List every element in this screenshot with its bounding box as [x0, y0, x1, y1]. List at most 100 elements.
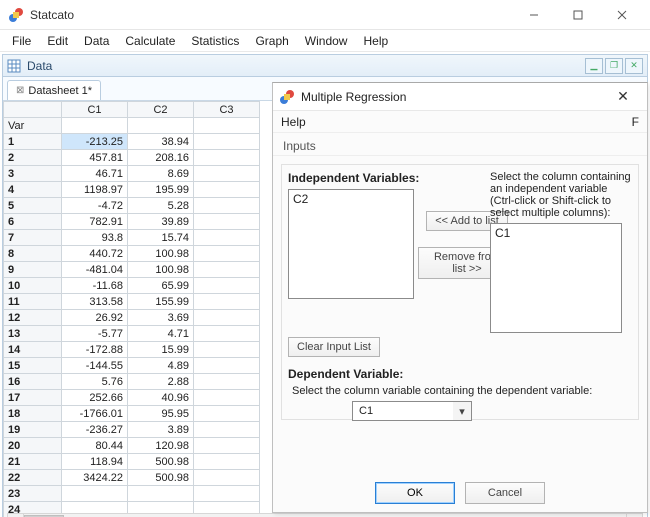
cancel-button[interactable]: Cancel [465, 482, 545, 504]
row-header[interactable]: 4 [4, 182, 62, 198]
row-header[interactable]: 5 [4, 198, 62, 214]
cell[interactable] [128, 486, 194, 502]
cell[interactable] [194, 326, 260, 342]
cell[interactable]: 5.76 [62, 374, 128, 390]
row-header[interactable]: 1 [4, 134, 62, 150]
cell[interactable] [194, 134, 260, 150]
menu-calculate[interactable]: Calculate [119, 32, 181, 50]
subwin-min-button[interactable]: ▁ [585, 58, 603, 74]
cell[interactable] [194, 406, 260, 422]
row-header[interactable]: 20 [4, 438, 62, 454]
row-header[interactable]: 9 [4, 262, 62, 278]
cell[interactable]: 782.91 [62, 214, 128, 230]
cell[interactable] [194, 230, 260, 246]
dialog-close-button[interactable]: ✕ [605, 88, 641, 105]
menu-file[interactable]: File [6, 32, 37, 50]
maximize-button[interactable] [556, 1, 600, 29]
column-header[interactable]: C3 [194, 102, 260, 118]
cell[interactable] [194, 342, 260, 358]
cell[interactable]: 440.72 [62, 246, 128, 262]
cell[interactable]: -481.04 [62, 262, 128, 278]
menu-data[interactable]: Data [78, 32, 115, 50]
row-header[interactable]: 2 [4, 150, 62, 166]
menu-help[interactable]: Help [357, 32, 394, 50]
cell[interactable] [194, 214, 260, 230]
var-cell[interactable] [128, 118, 194, 134]
cell[interactable] [194, 390, 260, 406]
cell[interactable]: 4.89 [128, 358, 194, 374]
cell[interactable]: 118.94 [62, 454, 128, 470]
row-header[interactable]: 18 [4, 406, 62, 422]
row-header[interactable]: 21 [4, 454, 62, 470]
cell[interactable] [194, 310, 260, 326]
subwin-close-button[interactable]: ✕ [625, 58, 643, 74]
row-header[interactable]: 7 [4, 230, 62, 246]
cell[interactable] [194, 166, 260, 182]
dialog-menu-right[interactable]: F [632, 115, 639, 129]
cell[interactable]: 3.69 [128, 310, 194, 326]
cell[interactable]: -213.25 [62, 134, 128, 150]
row-header[interactable]: 11 [4, 294, 62, 310]
tab-close-icon[interactable]: ⊠ [16, 85, 24, 96]
cell[interactable]: 5.28 [128, 198, 194, 214]
row-header[interactable]: 23 [4, 486, 62, 502]
row-header[interactable]: 17 [4, 390, 62, 406]
menu-statistics[interactable]: Statistics [185, 32, 245, 50]
row-header[interactable]: 10 [4, 278, 62, 294]
close-button[interactable] [600, 1, 644, 29]
cell[interactable] [194, 198, 260, 214]
cell[interactable] [194, 150, 260, 166]
row-header[interactable]: 12 [4, 310, 62, 326]
available-columns-listbox[interactable]: C1 [490, 223, 622, 333]
cell[interactable]: 208.16 [128, 150, 194, 166]
clear-input-list-button[interactable]: Clear Input List [288, 337, 380, 357]
row-header[interactable]: 19 [4, 422, 62, 438]
cell[interactable]: 3.89 [128, 422, 194, 438]
cell[interactable]: 15.74 [128, 230, 194, 246]
cell[interactable]: 95.95 [128, 406, 194, 422]
cell[interactable] [194, 182, 260, 198]
cell[interactable] [194, 278, 260, 294]
row-header[interactable]: 3 [4, 166, 62, 182]
cell[interactable]: 120.98 [128, 438, 194, 454]
cell[interactable]: -1766.01 [62, 406, 128, 422]
dialog-titlebar[interactable]: Multiple Regression ✕ [273, 83, 647, 111]
cell[interactable]: -11.68 [62, 278, 128, 294]
cell[interactable] [194, 486, 260, 502]
cell[interactable]: 2.88 [128, 374, 194, 390]
cell[interactable] [194, 358, 260, 374]
cell[interactable]: -4.72 [62, 198, 128, 214]
row-header[interactable]: 16 [4, 374, 62, 390]
row-header[interactable]: 14 [4, 342, 62, 358]
cell[interactable] [194, 438, 260, 454]
cell[interactable]: -236.27 [62, 422, 128, 438]
cell[interactable] [194, 422, 260, 438]
cell[interactable]: -5.77 [62, 326, 128, 342]
menu-window[interactable]: Window [299, 32, 354, 50]
cell[interactable]: 195.99 [128, 182, 194, 198]
cell[interactable]: 500.98 [128, 470, 194, 486]
cell[interactable]: 100.98 [128, 246, 194, 262]
var-cell[interactable] [194, 118, 260, 134]
subwin-restore-button[interactable]: ❐ [605, 58, 623, 74]
cell[interactable]: 155.99 [128, 294, 194, 310]
row-header[interactable]: 15 [4, 358, 62, 374]
cell[interactable]: 457.81 [62, 150, 128, 166]
cell[interactable] [194, 374, 260, 390]
cell[interactable]: 1198.97 [62, 182, 128, 198]
column-header[interactable]: C1 [62, 102, 128, 118]
cell[interactable]: -144.55 [62, 358, 128, 374]
cell[interactable]: 15.99 [128, 342, 194, 358]
cell[interactable]: 26.92 [62, 310, 128, 326]
row-header[interactable]: 8 [4, 246, 62, 262]
row-header[interactable]: 6 [4, 214, 62, 230]
cell[interactable]: 313.58 [62, 294, 128, 310]
independent-vars-item[interactable]: C2 [293, 192, 409, 206]
menu-edit[interactable]: Edit [41, 32, 74, 50]
cell[interactable]: 500.98 [128, 454, 194, 470]
independent-vars-listbox[interactable]: C2 [288, 189, 414, 299]
dialog-menu-help[interactable]: Help [281, 115, 306, 129]
cell[interactable]: 3424.22 [62, 470, 128, 486]
available-columns-item[interactable]: C1 [495, 226, 617, 240]
cell[interactable]: 40.96 [128, 390, 194, 406]
